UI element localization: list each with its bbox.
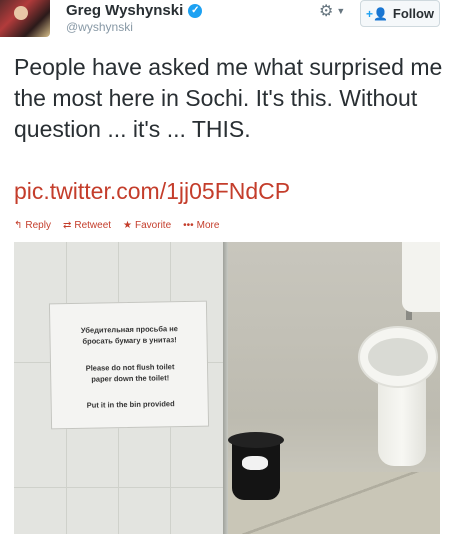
toilet-bowl-inner bbox=[368, 338, 428, 376]
avatar[interactable] bbox=[0, 0, 50, 37]
tweet-media-link[interactable]: pic.twitter.com/1jj05FNdCP bbox=[14, 176, 290, 207]
more-button[interactable]: ••• More bbox=[183, 220, 219, 231]
reply-label: Reply bbox=[25, 220, 51, 231]
reply-button[interactable]: ↰ Reply bbox=[14, 220, 51, 231]
gear-menu-button[interactable]: ⚙ ▼ bbox=[319, 1, 351, 21]
follow-label: Follow bbox=[392, 6, 435, 21]
add-user-icon: +👤 bbox=[365, 6, 388, 21]
restroom-sign: Убедительная просьба не бросать бумагу в… bbox=[48, 300, 210, 430]
follow-button[interactable]: +👤 Follow bbox=[360, 0, 440, 27]
favorite-button[interactable]: ★ Favorite bbox=[123, 220, 171, 231]
trash-bin-paper bbox=[242, 456, 268, 470]
toilet-base bbox=[378, 378, 426, 466]
tweet: Greg Wyshynski ✓ @wyshynski ⚙ ▼ +👤 Follo… bbox=[0, 0, 470, 538]
sign-en-line-2: paper down the toilet! bbox=[91, 373, 170, 384]
more-icon: ••• bbox=[183, 220, 194, 231]
tweet-photo[interactable]: Убедительная просьба не бросать бумагу в… bbox=[14, 242, 440, 534]
star-icon: ★ bbox=[123, 220, 133, 231]
gear-icon: ⚙ bbox=[319, 3, 334, 20]
chevron-down-icon: ▼ bbox=[336, 6, 346, 16]
verified-icon: ✓ bbox=[188, 3, 203, 18]
more-label: More bbox=[196, 220, 220, 231]
author-name[interactable]: Greg Wyshynski bbox=[66, 2, 183, 19]
sign-ru-line-2: бросать бумагу в унитаз! bbox=[82, 335, 177, 346]
trash-bin-rim bbox=[228, 432, 284, 448]
retweet-label: Retweet bbox=[74, 220, 112, 231]
reply-icon: ↰ bbox=[14, 220, 23, 231]
tweet-header: Greg Wyshynski ✓ @wyshynski ⚙ ▼ +👤 Follo… bbox=[0, 0, 470, 44]
tweet-actions: ↰ Reply ⇄ Retweet ★ Favorite ••• More bbox=[14, 220, 231, 231]
toilet-tank bbox=[402, 242, 440, 312]
author-handle[interactable]: @wyshynski bbox=[66, 20, 133, 34]
tweet-text: People have asked me what surprised me t… bbox=[14, 54, 443, 142]
sign-en-line-3: Put it in the bin provided bbox=[86, 399, 175, 410]
favorite-label: Favorite bbox=[135, 220, 172, 231]
name-row: Greg Wyshynski ✓ bbox=[66, 2, 203, 19]
retweet-icon: ⇄ bbox=[62, 220, 72, 231]
retweet-button[interactable]: ⇄ Retweet bbox=[63, 220, 111, 231]
